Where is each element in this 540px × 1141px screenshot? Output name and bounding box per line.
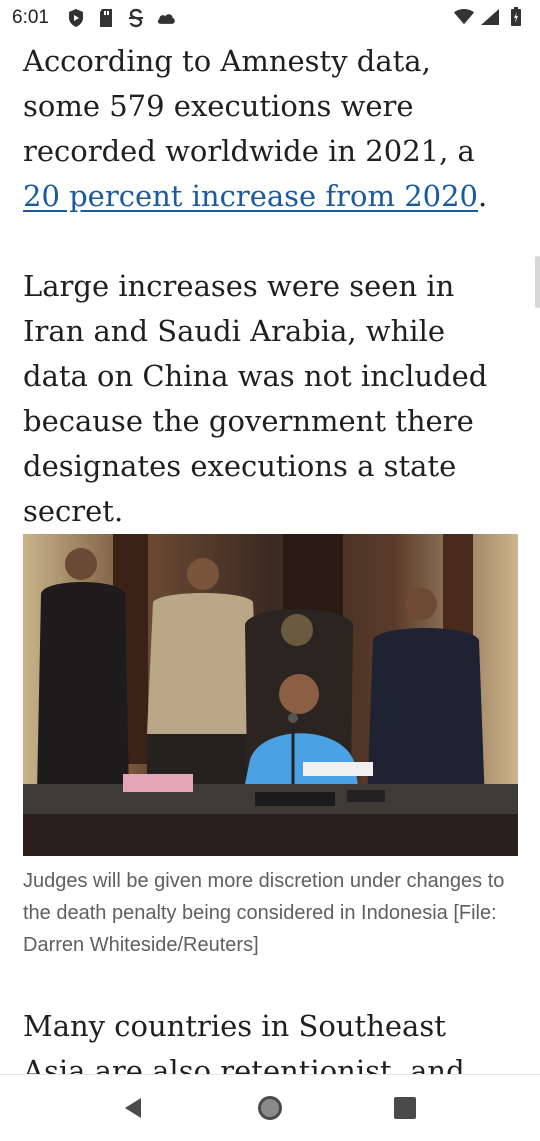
cloud-icon bbox=[156, 8, 176, 28]
paragraph-amnesty-data: According to Amnesty data, some 579 exec… bbox=[23, 39, 513, 219]
navigation-bar bbox=[0, 1074, 540, 1141]
back-icon[interactable] bbox=[118, 1093, 148, 1123]
paragraph-large-increases: Large increases were seen in Iran and Sa… bbox=[23, 269, 488, 528]
shield-play-icon bbox=[66, 8, 86, 28]
link-percent-increase[interactable]: 20 percent increase from 2020 bbox=[23, 179, 478, 213]
cell-signal-icon bbox=[480, 7, 500, 27]
wifi-icon bbox=[454, 7, 474, 27]
status-time: 6:01 bbox=[12, 7, 49, 28]
sd-card-icon bbox=[96, 8, 116, 28]
status-bar: 6:01 bbox=[0, 0, 540, 34]
scrollbar-thumb[interactable] bbox=[535, 256, 540, 308]
paragraph-text: According to Amnesty data, some 579 exec… bbox=[23, 44, 475, 168]
article-body: According to Amnesty data, some 579 exec… bbox=[0, 34, 540, 1074]
recents-icon[interactable] bbox=[390, 1093, 420, 1123]
paragraph-period: . bbox=[478, 179, 488, 213]
status-left-icons bbox=[66, 8, 176, 28]
s-icon bbox=[126, 8, 146, 28]
article-photo-courtroom[interactable] bbox=[23, 534, 518, 856]
photo-caption: Judges will be given more discretion und… bbox=[23, 870, 505, 956]
status-right-icons bbox=[454, 7, 526, 27]
battery-icon bbox=[506, 7, 526, 27]
paragraph-southeast-asia: Many countries in Southeast Asia are als… bbox=[23, 1009, 465, 1074]
home-icon[interactable] bbox=[255, 1093, 285, 1123]
